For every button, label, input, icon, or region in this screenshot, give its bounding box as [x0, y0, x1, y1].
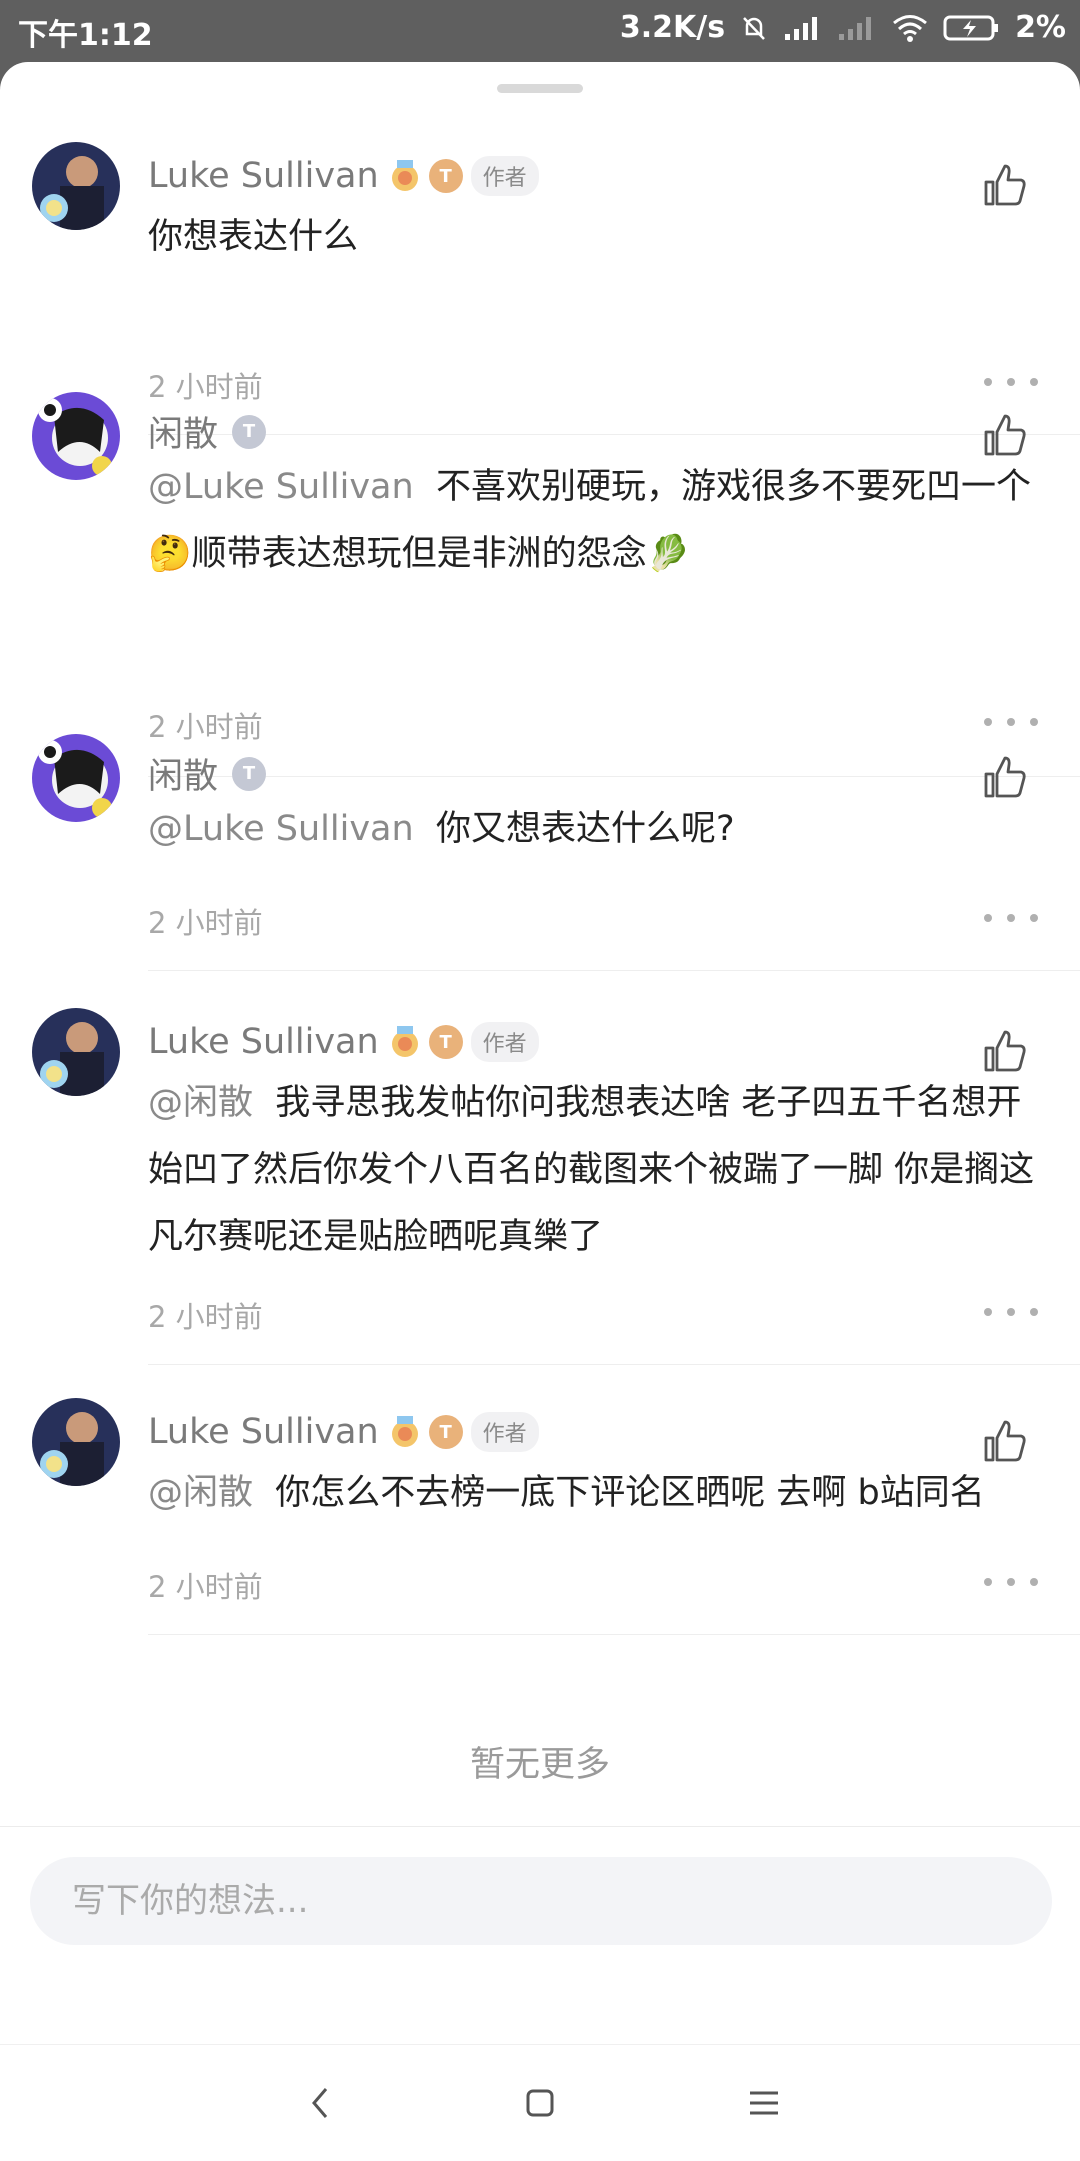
medal-icon: [391, 1416, 418, 1447]
comment-body: 你又想表达什么呢?: [435, 809, 735, 849]
hamburger-icon[interactable]: [742, 2081, 786, 2125]
thumb-up-icon[interactable]: [982, 162, 1028, 208]
comment-text: @Luke Sullivan 不喜欢别硬玩，游戏很多不要死凹一个 🤔顺带表达想玩…: [148, 454, 1068, 588]
comment-body: 不喜欢别硬玩，游戏很多不要死凹一个: [435, 467, 1031, 507]
divider: [148, 970, 1080, 971]
status-bar: 下午1:12 3.2K/s 2%: [0, 0, 1080, 62]
avatar[interactable]: [32, 734, 120, 822]
comment-body: 我寻思我发帖你问我想表达啥 老子四五千名想开始凹了然后你发个八百名的截图来个被踹…: [148, 1083, 1035, 1257]
comment-header: 闲散 T: [148, 748, 267, 799]
divider: [148, 1364, 1080, 1365]
more-dots-icon[interactable]: [984, 1575, 1038, 1589]
author-tag: 作者: [470, 1022, 539, 1062]
avatar[interactable]: [32, 1008, 120, 1096]
divider: [148, 776, 1080, 777]
comment-header: Luke Sullivan T 作者: [148, 1022, 539, 1062]
comment-timestamp: 2 小时前: [148, 1570, 263, 1604]
more-dots-icon[interactable]: [984, 375, 1038, 389]
medal-icon: [391, 160, 418, 191]
comment-body: 你怎么不去榜一底下评论区晒呢 去啊 b站同名: [275, 1473, 985, 1513]
mute-bell-icon: [743, 16, 765, 40]
level-badge: T: [428, 1415, 463, 1449]
status-icons: 3.2K/s 2%: [620, 10, 1066, 45]
comment-timestamp: 2 小时前: [148, 1300, 263, 1334]
no-more-text: 暂无更多: [469, 1745, 610, 1785]
comment-text: @闲散 你怎么不去榜一底下评论区晒呢 去啊 b站同名: [148, 1460, 1048, 1527]
comment-text: 你想表达什么: [148, 204, 1048, 271]
comment-timestamp: 2 小时前: [148, 906, 263, 940]
thinking-emoji: 🤔: [148, 534, 192, 574]
comment-body: 你想表达什么: [148, 217, 359, 257]
level-badge: T: [232, 756, 267, 791]
comment-header: Luke Sullivan T 作者: [148, 1412, 539, 1452]
username[interactable]: Luke Sullivan: [148, 156, 379, 196]
comment-text: @Luke Sullivan 你又想表达什么呢?: [148, 796, 1048, 863]
network-speed: 3.2K/s: [619, 10, 726, 45]
signal-icon: [785, 16, 818, 40]
comment-text: @闲散 我寻思我发帖你问我想表达啥 老子四五千名想开始凹了然后你发个八百名的截图…: [148, 1070, 1048, 1271]
mention-link[interactable]: @Luke Sullivan: [148, 467, 414, 507]
comment-timestamp: 2 小时前: [148, 710, 263, 744]
mention-link[interactable]: @闲散: [148, 1083, 253, 1123]
thumb-up-icon[interactable]: [982, 1418, 1028, 1464]
avatar[interactable]: [32, 1398, 120, 1486]
author-tag: 作者: [470, 156, 539, 196]
comment-body-line2: 顺带表达想玩但是非洲的怨念: [191, 534, 647, 574]
comment-header: 闲散 T: [148, 406, 267, 457]
thumb-up-icon[interactable]: [982, 412, 1028, 458]
username[interactable]: 闲散: [148, 748, 218, 799]
wifi-icon: [893, 14, 928, 42]
signal-empty-icon: [839, 16, 872, 40]
comment-header: Luke Sullivan T 作者: [148, 156, 539, 196]
username[interactable]: Luke Sullivan: [148, 1412, 379, 1452]
mention-link[interactable]: @Luke Sullivan: [148, 809, 414, 849]
battery-charging-icon: [943, 15, 999, 40]
square-icon[interactable]: [518, 2081, 562, 2125]
avatar[interactable]: [32, 142, 120, 230]
more-dots-icon[interactable]: [984, 1305, 1038, 1319]
author-tag: 作者: [470, 1412, 539, 1452]
mention-link[interactable]: @闲散: [148, 1473, 253, 1513]
battery-percent: 2%: [1015, 10, 1066, 45]
avatar[interactable]: [32, 392, 120, 480]
username[interactable]: 闲散: [148, 406, 218, 457]
comment-timestamp: 2 小时前: [148, 370, 263, 404]
thumb-up-icon[interactable]: [982, 754, 1028, 800]
level-badge: T: [232, 414, 267, 449]
divider: [148, 1634, 1080, 1635]
more-dots-icon[interactable]: [984, 911, 1038, 925]
status-time: 下午1:12: [18, 18, 153, 53]
divider: [148, 434, 1080, 435]
thumb-up-icon[interactable]: [982, 1028, 1028, 1074]
comment-input[interactable]: [30, 1857, 1052, 1945]
system-nav-bar: [0, 2044, 1080, 2161]
sheet-drag-handle[interactable]: [497, 84, 583, 93]
level-badge: T: [428, 159, 463, 193]
medal-icon: [391, 1026, 418, 1057]
username[interactable]: Luke Sullivan: [148, 1022, 379, 1062]
more-dots-icon[interactable]: [984, 715, 1038, 729]
chevron-left-icon[interactable]: [298, 2081, 342, 2125]
cabbage-emoji: 🥬: [646, 534, 691, 574]
comment-input-bar: [0, 1826, 1080, 1981]
level-badge: T: [428, 1025, 463, 1059]
